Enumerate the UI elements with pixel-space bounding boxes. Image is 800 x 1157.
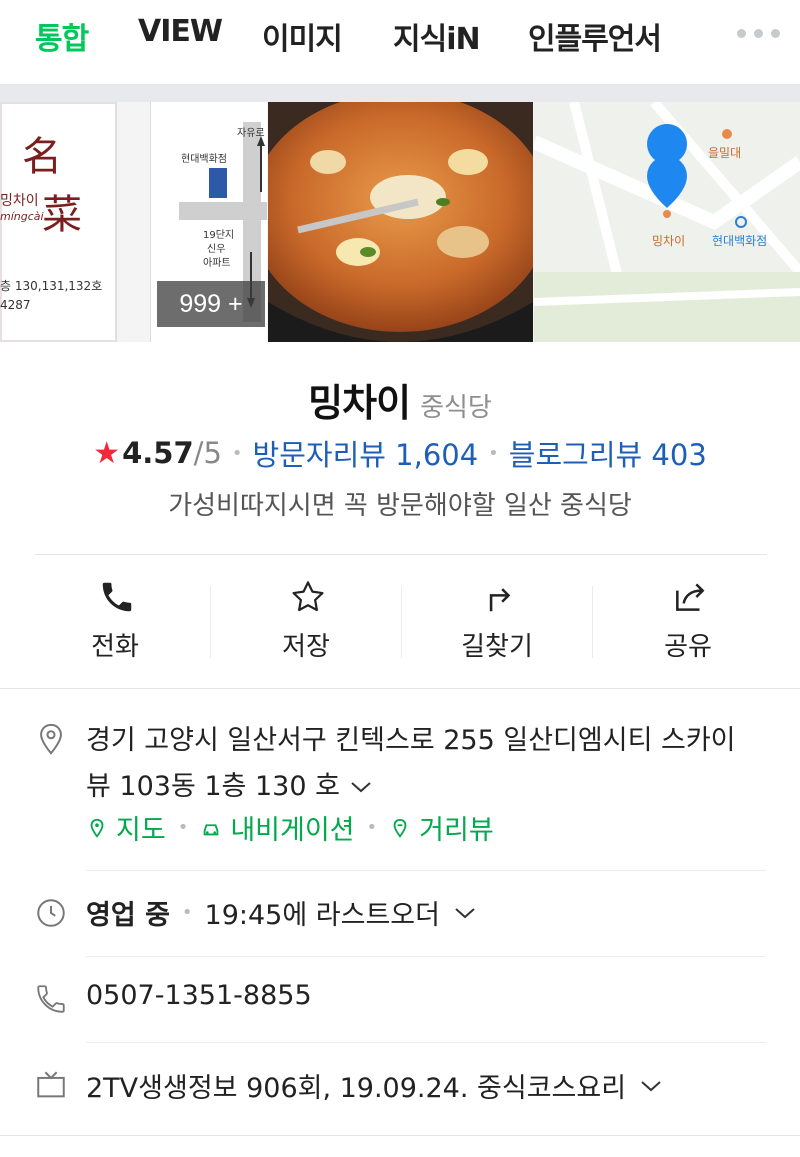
tv-appearance-text: 2TV생생정보 906회, 19.09.24. 중식코스요리 xyxy=(86,1073,627,1104)
tab-view[interactable]: VIEW xyxy=(138,14,223,49)
last-order-text: 19:45에 라스트오더 xyxy=(204,900,440,931)
place-name: 밍차이 xyxy=(308,381,411,425)
logo-korean-name: 밍차이 xyxy=(0,193,39,209)
separator-dot: • xyxy=(366,817,378,838)
separator-dot: • xyxy=(488,442,499,464)
phone-number[interactable]: 0507-1351-8855 xyxy=(86,980,312,1011)
directions-icon xyxy=(489,588,511,612)
logo-address: 층 130,131,132호 xyxy=(0,279,103,293)
rating-row: ★ 4.57/5 • 방문자리뷰 1,604 • 블로그리뷰 403 xyxy=(0,432,800,474)
divider xyxy=(0,1135,800,1136)
tab-integrated[interactable]: 통합 xyxy=(35,14,89,58)
place-title-row: 밍차이 중식당 xyxy=(0,372,800,427)
phone-icon xyxy=(37,985,65,1013)
star-icon xyxy=(292,581,324,612)
map-poi-3: 현대백화점 xyxy=(712,234,768,248)
place-category: 중식당 xyxy=(420,393,492,423)
map-sketch-store: 현대백화점 xyxy=(181,154,227,165)
map-poi-1: 을밀대 xyxy=(708,146,742,160)
search-tab-bar: 통합 VIEW 이미지 지식iN 인플루언서 xyxy=(0,0,800,84)
stew-photo-drawing xyxy=(268,102,533,342)
address-line-2-row: 뷰 103동 1층 130 호 xyxy=(86,764,776,810)
row-divider xyxy=(86,956,766,957)
rating-max: /5 xyxy=(193,436,222,470)
photo-gap xyxy=(117,102,150,342)
separator-dot: • xyxy=(231,442,243,464)
tv-icon xyxy=(37,1071,65,1098)
call-label: 전화 xyxy=(91,632,139,662)
map-poi-2: 밍차이 xyxy=(652,234,686,248)
map-link[interactable]: 지도 xyxy=(116,808,166,847)
photo-food-stew[interactable] xyxy=(268,102,533,342)
place-description: 가성비따지시면 꼭 방문해야할 일산 중식당 xyxy=(168,491,632,521)
street-view-icon xyxy=(393,818,407,838)
chevron-down-icon[interactable] xyxy=(640,1079,662,1093)
share-button[interactable]: 공유 xyxy=(593,556,783,688)
map-sketch-apt-3: 아파트 xyxy=(203,258,231,269)
action-bar: 전화 저장 길찾기 공유 xyxy=(20,556,782,688)
divider xyxy=(35,554,767,555)
address-text[interactable]: 경기 고양시 일산서구 킨텍스로 255 일산디엠시티 스카이 뷰 103동 1… xyxy=(86,718,776,810)
logo-char-2: 菜 xyxy=(42,192,82,238)
map-sketch-road: 자유로 xyxy=(237,128,265,139)
more-tabs-icon[interactable] xyxy=(737,29,780,38)
map-sketch-apt-2: 신우 xyxy=(207,244,226,255)
blog-reviews-link[interactable]: 블로그리뷰 403 xyxy=(509,432,707,474)
row-divider xyxy=(86,870,766,871)
tab-influencer[interactable]: 인플루언서 xyxy=(528,14,662,58)
map-pin-icon xyxy=(90,818,104,838)
separator-dot: • xyxy=(177,817,189,838)
photo-count-badge[interactable]: 999 + xyxy=(157,281,265,327)
phone-icon xyxy=(102,582,132,612)
street-view-link[interactable]: 거리뷰 xyxy=(419,808,494,847)
divider xyxy=(0,688,800,689)
call-button[interactable]: 전화 xyxy=(20,556,210,688)
location-pin-icon xyxy=(40,723,62,755)
photo-carousel[interactable]: 名 菜 밍차이 míngcài 층 130,131,132호 4287 자유로 … xyxy=(0,102,800,342)
section-separator xyxy=(0,84,800,102)
navigation-link[interactable]: 내비게이션 xyxy=(230,808,354,847)
visitor-reviews-link[interactable]: 방문자리뷰 1,604 xyxy=(253,432,479,474)
chevron-down-icon[interactable] xyxy=(454,906,476,920)
share-label: 공유 xyxy=(664,632,712,662)
share-icon xyxy=(676,583,705,611)
address-line-1: 경기 고양시 일산서구 킨텍스로 255 일산디엠시티 스카이 xyxy=(86,725,736,756)
open-status: 영업 중 xyxy=(86,900,170,931)
save-label: 저장 xyxy=(282,632,330,662)
star-icon: ★ xyxy=(93,435,121,471)
tv-appearance-row[interactable]: 2TV생생정보 906회, 19.09.24. 중식코스요리 xyxy=(86,1066,662,1105)
photo-logo-card[interactable]: 名 菜 밍차이 míngcài 층 130,131,132호 4287 xyxy=(0,102,117,342)
tab-knowledge-in[interactable]: 지식iN xyxy=(393,14,481,58)
tab-images[interactable]: 이미지 xyxy=(262,14,343,58)
chevron-down-icon[interactable] xyxy=(350,780,372,794)
logo-romanized-name: míngcài xyxy=(0,210,44,223)
directions-button[interactable]: 길찾기 xyxy=(402,556,592,688)
row-divider xyxy=(86,1042,766,1043)
separator-dot: • xyxy=(181,902,193,923)
business-hours-row[interactable]: 영업 중 • 19:45에 라스트오더 xyxy=(86,893,476,932)
clock-icon xyxy=(37,899,65,927)
map-sketch-apt-1: 19단지 xyxy=(203,230,235,241)
photo-location-map[interactable]: 을밀대 밍차이 현대백화점 xyxy=(534,102,800,342)
save-button[interactable]: 저장 xyxy=(211,556,401,688)
directions-label: 길찾기 xyxy=(461,632,533,662)
map-links-row: 지도 • 내비게이션 • 거리뷰 xyxy=(86,808,494,847)
rating-score: 4.57 xyxy=(122,436,194,470)
logo-phone: 4287 xyxy=(0,298,31,312)
location-map-drawing xyxy=(534,102,800,342)
car-icon xyxy=(203,823,219,835)
logo-char-1: 名 xyxy=(22,134,62,180)
address-line-2: 뷰 103동 1층 130 호 xyxy=(86,771,340,802)
